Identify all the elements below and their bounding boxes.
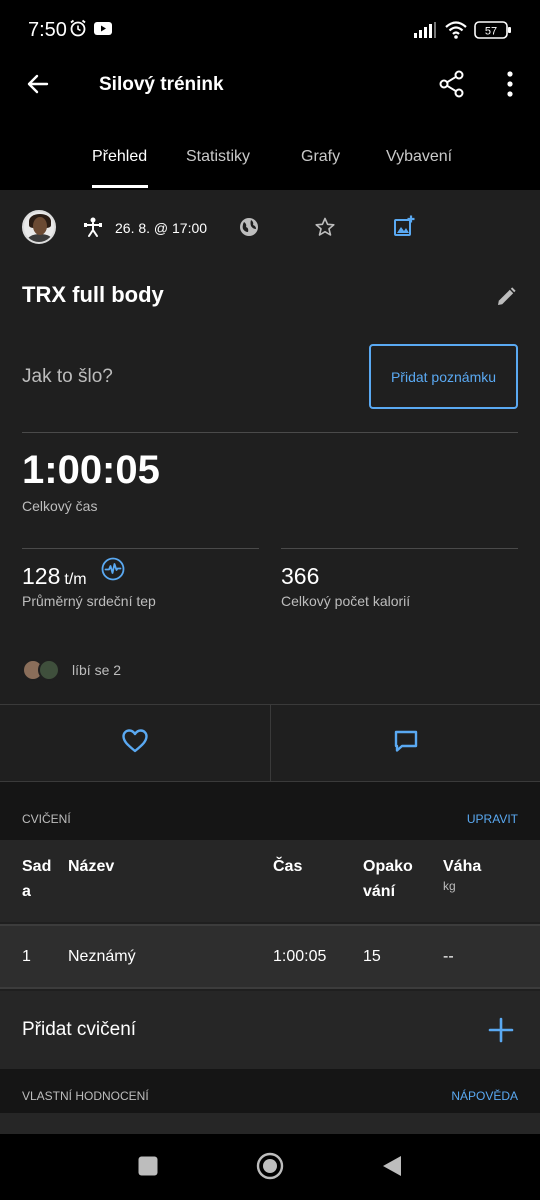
app-bar: Silový trénink: [0, 62, 540, 110]
edit-exercises-button[interactable]: UPRAVIT: [467, 812, 518, 826]
note-prompt: Jak to šlo?: [22, 366, 113, 387]
wifi-icon: [444, 20, 468, 45]
globe-icon[interactable]: [238, 216, 260, 243]
activity-overview: 26. 8. @ 17:00 TRX full body Jak to šlo?…: [0, 190, 540, 1200]
battery-level: 57: [485, 26, 497, 38]
arrow-left-icon: [25, 71, 51, 102]
column-header-time: Čas: [273, 858, 303, 875]
cell-time: 1:00:05: [273, 948, 327, 965]
cell-weight: --: [443, 948, 454, 965]
add-note-button[interactable]: Přidat poznámku: [369, 344, 518, 409]
column-header-name: Název: [68, 858, 115, 875]
system-nav-bar: [0, 1134, 540, 1200]
activity-title: TRX full body: [22, 282, 164, 307]
comment-icon: [393, 728, 419, 759]
share-icon: [438, 70, 466, 103]
likes-count[interactable]: líbí se 2: [72, 662, 121, 678]
activity-info-row: 26. 8. @ 17:00: [0, 208, 540, 252]
exercises-table-header: Sad a Název Čas Opako vání Váha kg: [0, 840, 540, 922]
status-time: 7:50: [28, 19, 67, 41]
activity-date: 26. 8. @ 17:00: [115, 220, 208, 236]
more-options-button[interactable]: [490, 66, 530, 106]
column-header-weight: Váha kg: [443, 854, 481, 893]
cell-set: 1: [22, 948, 31, 965]
column-header-set: Sad a: [22, 858, 52, 900]
plus-icon: [487, 1016, 515, 1049]
tab-statistics[interactable]: Statistiky: [186, 148, 250, 166]
exercises-section-title: CVIČENÍ: [22, 812, 71, 826]
active-tab-indicator: [92, 185, 148, 188]
tab-equipment[interactable]: Vybavení: [386, 148, 452, 166]
square-icon: [137, 1155, 159, 1182]
column-header-weight-label: Váha: [443, 858, 482, 875]
cell-reps: 15: [363, 948, 381, 965]
avg-heart-rate-number: 128: [22, 563, 61, 589]
total-time-value: 1:00:05: [22, 448, 160, 492]
triangle-back-icon: [381, 1154, 403, 1183]
star-icon[interactable]: [314, 216, 336, 243]
avg-heart-rate-unit: t/m: [64, 571, 87, 588]
add-exercise-label: Přidat cvičení: [22, 1019, 137, 1040]
liker-avatar: [38, 659, 60, 681]
like-button[interactable]: [0, 705, 270, 781]
recents-button[interactable]: [128, 1148, 168, 1188]
rating-help-button[interactable]: NÁPOVĚDA: [451, 1089, 518, 1103]
tab-overview[interactable]: Přehled: [92, 148, 147, 166]
page-title: Silový trénink: [99, 74, 224, 95]
tab-charts[interactable]: Grafy: [301, 148, 340, 166]
more-vert-icon: [506, 70, 514, 102]
status-bar: 7:50 57: [0, 0, 540, 62]
divider: [22, 432, 518, 433]
circle-icon: [256, 1152, 284, 1185]
battery-icon: 57: [474, 21, 512, 44]
rating-section-title: VLASTNÍ HODNOCENÍ: [22, 1089, 149, 1103]
cell-name: Neznámý: [68, 948, 136, 965]
calories-value: 366: [281, 563, 320, 589]
divider: [22, 548, 259, 549]
social-action-bar: [0, 704, 540, 782]
likers-avatars[interactable]: [22, 659, 62, 681]
heart-rate-icon[interactable]: [101, 557, 125, 586]
column-header-weight-unit: kg: [443, 879, 456, 893]
pencil-icon[interactable]: [495, 286, 517, 313]
youtube-icon: [93, 18, 113, 43]
avatar[interactable]: [22, 210, 56, 244]
heart-icon: [121, 728, 149, 759]
alarm-icon: [68, 18, 88, 43]
rating-section-header: VLASTNÍ HODNOCENÍ NÁPOVĚDA: [0, 1069, 540, 1113]
home-button[interactable]: [250, 1148, 290, 1188]
comment-button[interactable]: [271, 705, 540, 781]
strength-training-icon: [82, 216, 104, 243]
column-header-reps: Opako vání: [363, 858, 413, 900]
add-exercise-button[interactable]: Přidat cvičení: [0, 991, 540, 1069]
total-time-label: Celkový čas: [22, 498, 98, 514]
table-row[interactable]: 1 Neznámý 1:00:05 15 --: [0, 924, 540, 989]
divider: [281, 548, 518, 549]
signal-icon: [413, 22, 437, 43]
avatar-shoulders: [27, 234, 53, 242]
calories-label: Celkový počet kalorií: [281, 593, 411, 609]
add-photo-icon[interactable]: [392, 214, 416, 243]
back-button[interactable]: [18, 66, 58, 106]
avatar-face: [33, 217, 47, 235]
back-nav-button[interactable]: [372, 1148, 412, 1188]
tab-bar: Přehled Statistiky Grafy Vybavení: [0, 130, 540, 190]
avg-heart-rate-value: 128 t/m: [22, 563, 87, 590]
exercises-section-header: CVIČENÍ UPRAVIT: [0, 782, 540, 840]
avg-heart-rate-label: Průměrný srdeční tep: [22, 593, 156, 609]
share-button[interactable]: [432, 66, 472, 106]
